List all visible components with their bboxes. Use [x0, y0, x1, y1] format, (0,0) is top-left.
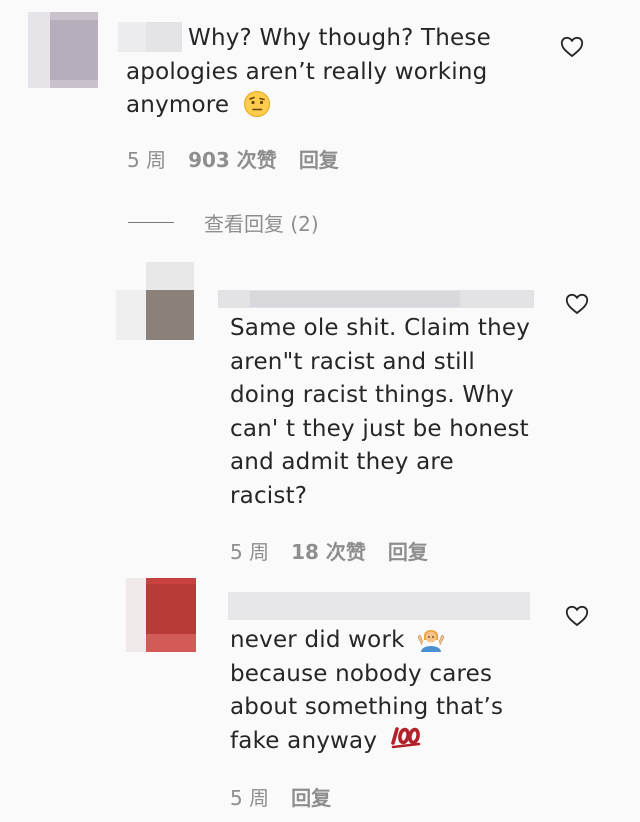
reply-reply-button[interactable]: 回复 — [291, 782, 331, 811]
view-replies-toggle[interactable]: 查看回复 (2) — [128, 208, 319, 237]
reply-meta: 5 周 18 次赞 回复 — [230, 536, 428, 565]
comment-like-button[interactable] — [560, 36, 584, 58]
comment-text-line2: apologies aren’t really working — [126, 58, 488, 85]
view-replies-divider — [128, 222, 174, 223]
comment-timestamp: 5 周 — [127, 148, 167, 172]
comment-reply-button[interactable]: 回复 — [299, 144, 339, 173]
reply-text-line: because nobody cares — [230, 660, 493, 687]
reply-username-blurred-2[interactable] — [250, 291, 460, 307]
reply-text-line: can' t they just be honest — [230, 415, 529, 442]
comment-text-line3: anymore — [126, 92, 230, 118]
reply-timestamp: 5 周 — [230, 786, 270, 810]
reply-text-line: aren"t racist and still — [230, 348, 475, 375]
reply-text-line: fake anyway — [230, 727, 378, 754]
comment-avatar[interactable] — [28, 12, 98, 88]
reply-text: never did work because nobody cares abou… — [230, 624, 570, 758]
reply-text-line: about something that’s — [230, 694, 504, 720]
view-replies-label: 查看回复 (2) — [204, 212, 319, 236]
reply-timestamp: 5 周 — [230, 540, 270, 564]
face-with-raised-eyebrow-emoji — [243, 90, 271, 118]
comment-like-count[interactable]: 903 次赞 — [188, 144, 277, 173]
reply-text-line: never did work — [230, 627, 405, 653]
comment-text-line1: Why? Why though? These — [188, 25, 491, 51]
reply-text-line: racist? — [230, 482, 308, 509]
reply-text-line: Same ole shit. Claim they — [230, 315, 531, 341]
reply-text-line: and admit they are — [230, 449, 454, 475]
comment-meta: 5 周 903 次赞 回复 — [127, 144, 339, 173]
reply-avatar[interactable] — [126, 578, 196, 652]
hundred-points-emoji — [389, 723, 423, 751]
comment-text: Why? Why though? These apologies aren’t … — [126, 22, 546, 123]
reply-reply-button[interactable]: 回复 — [388, 536, 428, 565]
reply-text-line: doing racist things. Why — [230, 382, 514, 408]
reply-avatar[interactable] — [116, 262, 194, 340]
reply-like-count[interactable]: 18 次赞 — [291, 536, 366, 565]
reply-text: Same ole shit. Claim they aren"t racist … — [230, 312, 570, 513]
heart-icon — [560, 36, 584, 58]
reply-meta: 5 周 回复 — [230, 782, 331, 811]
reply-username-blurred[interactable] — [228, 592, 530, 620]
person-shrugging-emoji — [416, 623, 446, 653]
